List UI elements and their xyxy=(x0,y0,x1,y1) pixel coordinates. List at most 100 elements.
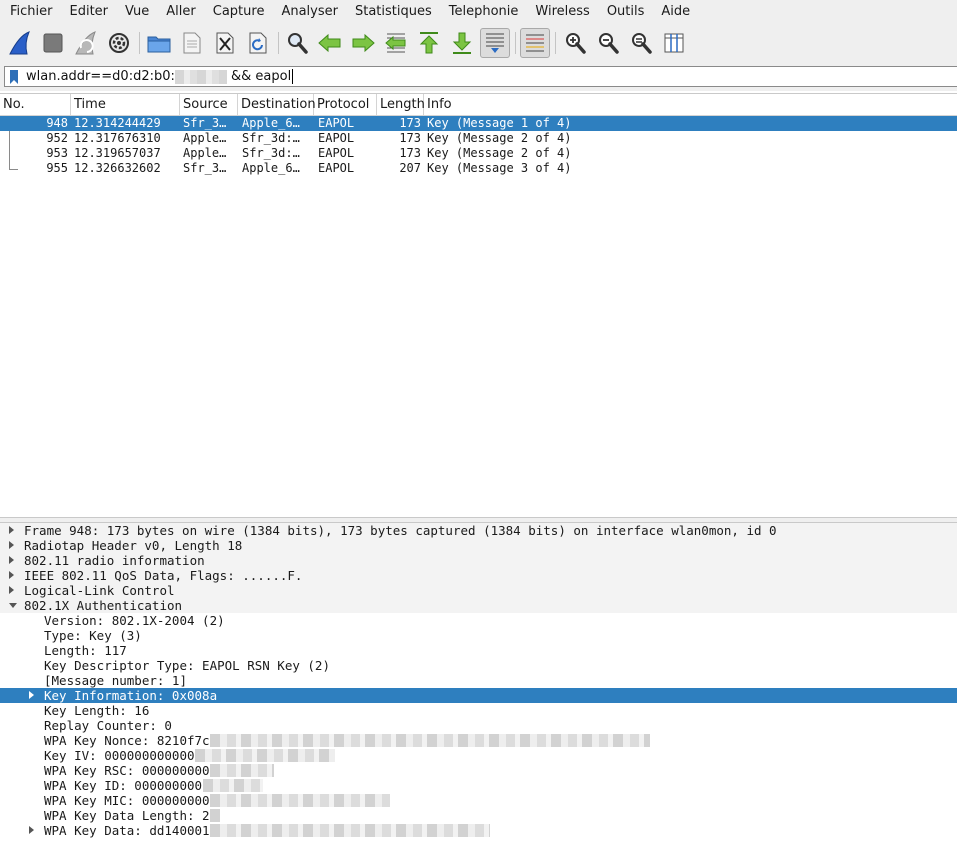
menu-fichier[interactable]: Fichier xyxy=(0,0,60,23)
menu-vue[interactable]: Vue xyxy=(115,0,156,23)
zoom-in-button[interactable] xyxy=(560,28,590,58)
redacted-value xyxy=(210,734,650,747)
column-header-source[interactable]: Source xyxy=(180,94,238,115)
restart-capture-button[interactable] xyxy=(71,28,101,58)
triangle-right-icon[interactable] xyxy=(9,571,14,579)
open-file-button[interactable] xyxy=(144,28,174,58)
tree-section[interactable]: Logical-Link Control xyxy=(0,583,957,598)
tree-label: Type: Key (3) xyxy=(44,628,142,643)
cell-source: Sfr_3… xyxy=(183,161,227,175)
tree-label: Frame 948: 173 bytes on wire (1384 bits)… xyxy=(24,523,777,538)
first-packet-button[interactable] xyxy=(414,28,444,58)
menu-analyser[interactable]: Analyser xyxy=(271,0,345,23)
tree-label: WPA Key MIC: 000000000 xyxy=(44,793,210,808)
packet-row[interactable]: 955 12.326632602 Sfr_3… Apple_6… EAPOL 207 Key… xyxy=(0,161,957,176)
tree-label: Length: 117 xyxy=(44,643,127,658)
menu-aide[interactable]: Aide xyxy=(651,0,697,23)
triangle-down-icon[interactable] xyxy=(9,603,17,608)
tree-field[interactable]: Version: 802.1X-2004 (2) xyxy=(0,613,957,628)
packet-row[interactable]: 953 12.319657037 Apple… Sfr_3d:… EAPOL 173 Key… xyxy=(0,146,957,161)
tree-section[interactable]: IEEE 802.11 QoS Data, Flags: ......F. xyxy=(0,568,957,583)
cell-info: Key (Message 3 of 4) xyxy=(427,161,572,175)
display-filter-input[interactable]: wlan.addr==d0:d2:b0: && eapol xyxy=(4,66,957,87)
menu-aller[interactable]: Aller xyxy=(156,0,202,23)
go-to-packet-button[interactable] xyxy=(381,28,411,58)
tree-section[interactable]: Radiotap Header v0, Length 18 xyxy=(0,538,957,553)
tree-field[interactable]: WPA Key Nonce: 8210f7c xyxy=(0,733,957,748)
tree-field[interactable]: WPA Key Data Length: 2 xyxy=(0,808,957,823)
column-header-time[interactable]: Time xyxy=(71,94,180,115)
tree-field[interactable]: Length: 117 xyxy=(0,643,957,658)
packet-details-tree: Frame 948: 173 bytes on wire (1384 bits)… xyxy=(0,523,957,854)
menu-statistiques[interactable]: Statistiques xyxy=(345,0,439,23)
cell-info: Key (Message 1 of 4) xyxy=(427,116,572,130)
reload-file-button[interactable] xyxy=(243,28,273,58)
resize-columns-button[interactable] xyxy=(659,28,689,58)
tree-label: IEEE 802.11 QoS Data, Flags: ......F. xyxy=(24,568,303,583)
autoscroll-button[interactable] xyxy=(480,28,510,58)
close-file-button[interactable] xyxy=(210,28,240,58)
menu-wireless[interactable]: Wireless xyxy=(525,0,596,23)
tree-field[interactable]: WPA Key Data: dd140001 xyxy=(0,823,957,838)
bookmark-icon[interactable] xyxy=(9,70,19,84)
triangle-right-icon[interactable] xyxy=(9,541,14,549)
column-header-no[interactable]: No. xyxy=(0,94,71,115)
go-forward-button[interactable] xyxy=(348,28,378,58)
tree-field[interactable]: [Message number: 1] xyxy=(0,673,957,688)
menu-capture[interactable]: Capture xyxy=(203,0,272,23)
packet-row[interactable]: 952 12.317676310 Apple… Sfr_3d:… EAPOL 173 Key… xyxy=(0,131,957,146)
restart-shark-icon xyxy=(75,31,96,55)
save-file-button[interactable] xyxy=(177,28,207,58)
cell-destination: Sfr_3d:… xyxy=(242,146,300,160)
redacted-value xyxy=(195,749,335,762)
packet-row[interactable]: 948 12.314244429 Sfr_3… Apple_6… EAPOL 173 Key… xyxy=(0,116,957,131)
tree-field[interactable]: Replay Counter: 0 xyxy=(0,718,957,733)
cell-protocol: EAPOL xyxy=(318,131,355,145)
zoom-normal-button[interactable] xyxy=(626,28,656,58)
resize-columns-icon xyxy=(664,33,684,53)
menu-editer[interactable]: Editer xyxy=(60,0,116,23)
tree-field[interactable]: WPA Key ID: 000000000 xyxy=(0,778,957,793)
tree-field[interactable]: Key Descriptor Type: EAPOL RSN Key (2) xyxy=(0,658,957,673)
cell-protocol: EAPOL xyxy=(318,161,355,175)
goto-packet-icon xyxy=(385,33,406,53)
tree-field[interactable]: Key Information: 0x008a xyxy=(0,688,957,703)
tree-label: Key IV: 000000000000 xyxy=(44,748,195,763)
column-header-length[interactable]: Length xyxy=(377,94,425,115)
tree-section[interactable]: 802.11 radio information xyxy=(0,553,957,568)
tree-section[interactable]: 802.1X Authentication xyxy=(0,598,957,613)
stop-capture-button[interactable] xyxy=(38,28,68,58)
redacted-value xyxy=(210,809,220,822)
last-packet-button[interactable] xyxy=(447,28,477,58)
find-packet-button[interactable] xyxy=(282,28,312,58)
tree-field[interactable]: WPA Key RSC: 000000000 xyxy=(0,763,957,778)
tree-field[interactable]: WPA Key MIC: 000000000 xyxy=(0,793,957,808)
tree-field[interactable]: Key Length: 16 xyxy=(0,703,957,718)
triangle-right-icon[interactable] xyxy=(9,526,14,534)
cell-time: 12.319657037 xyxy=(74,146,161,160)
tree-section[interactable]: Frame 948: 173 bytes on wire (1384 bits)… xyxy=(0,523,957,538)
triangle-right-icon[interactable] xyxy=(29,826,34,834)
tree-label: WPA Key Nonce: 8210f7c xyxy=(44,733,210,748)
capture-options-button[interactable] xyxy=(104,28,134,58)
arrow-left-icon xyxy=(318,33,341,53)
tree-field[interactable]: Key IV: 000000000000 xyxy=(0,748,957,763)
menu-telephonie[interactable]: Telephonie xyxy=(439,0,526,23)
go-back-button[interactable] xyxy=(315,28,345,58)
colorize-button[interactable] xyxy=(520,28,550,58)
start-capture-button[interactable] xyxy=(5,28,35,58)
tree-label: Key Length: 16 xyxy=(44,703,150,718)
column-header-destination[interactable]: Destination xyxy=(238,94,316,115)
cell-info: Key (Message 2 of 4) xyxy=(427,146,572,160)
cell-length: 173 xyxy=(399,146,421,160)
triangle-right-icon[interactable] xyxy=(29,691,34,699)
tree-field[interactable]: Type: Key (3) xyxy=(0,628,957,643)
display-filter-bar: wlan.addr==d0:d2:b0: && eapol xyxy=(0,62,957,91)
triangle-right-icon[interactable] xyxy=(9,556,14,564)
zoom-out-button[interactable] xyxy=(593,28,623,58)
menu-outils[interactable]: Outils xyxy=(597,0,652,23)
column-header-protocol[interactable]: Protocol xyxy=(314,94,377,115)
triangle-right-icon[interactable] xyxy=(9,586,14,594)
cell-time: 12.314244429 xyxy=(74,116,161,130)
column-header-info[interactable]: Info xyxy=(424,94,957,115)
